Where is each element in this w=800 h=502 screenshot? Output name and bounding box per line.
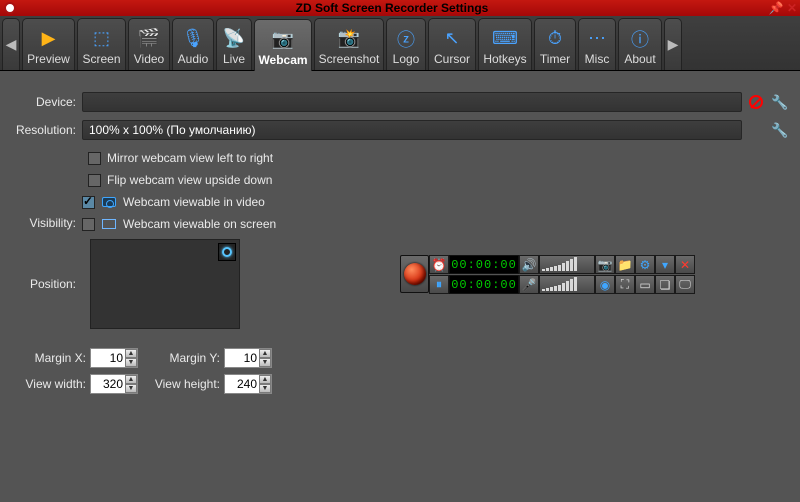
tab-screenshot[interactable]: 📸Screenshot bbox=[314, 18, 384, 70]
timer-tab-icon: ⏱ bbox=[542, 26, 568, 52]
tab-audio[interactable]: 🎙Audio bbox=[172, 18, 214, 70]
cursor-tab-icon: ↖ bbox=[439, 26, 465, 52]
tab-misc[interactable]: ⋯Misc bbox=[578, 18, 616, 70]
tab-preview[interactable]: ▶Preview bbox=[22, 18, 75, 70]
marginx-input[interactable]: ▲▼ bbox=[90, 348, 138, 368]
webcam-toggle-button[interactable]: ◉ bbox=[595, 275, 615, 294]
recorder-toolbar: ⏰ 00:00:00 🔊 📷 📁 ⚙ ▾ ✕ ⏸ 00:00:00 🎤 bbox=[400, 255, 695, 295]
tab-label: Misc bbox=[583, 52, 612, 66]
record-button[interactable] bbox=[400, 255, 429, 293]
window-title: ZD Soft Screen Recorder Settings bbox=[16, 1, 768, 15]
tab-screen[interactable]: ⬚Screen bbox=[77, 18, 126, 70]
monitor-button[interactable]: 🖵 bbox=[675, 275, 695, 294]
tab-hotkeys[interactable]: ⌨Hotkeys bbox=[478, 18, 532, 70]
tab-label: Logo bbox=[391, 52, 422, 66]
down-button[interactable]: ▾ bbox=[655, 255, 675, 274]
device-combo[interactable] bbox=[82, 92, 742, 112]
position-preview[interactable] bbox=[90, 239, 240, 329]
device-configure-button[interactable]: 🔧 bbox=[770, 92, 790, 112]
webcam-settings-panel: Device: 🔧 Resolution: 100% x 100% (По ум… bbox=[0, 71, 800, 397]
resolution-combo[interactable]: 100% x 100% (По умолчанию) bbox=[82, 120, 742, 140]
flip-checkbox[interactable] bbox=[88, 174, 101, 187]
tab-label: Cursor bbox=[432, 52, 472, 66]
tab-label: Video bbox=[132, 52, 166, 66]
screenshot-tab-icon: 📸 bbox=[336, 26, 362, 52]
tab-label: Live bbox=[221, 52, 247, 66]
tab-label: About bbox=[622, 52, 657, 66]
screen-tab-icon: ⬚ bbox=[89, 26, 115, 52]
folder-button[interactable]: 📁 bbox=[615, 255, 635, 274]
position-marker[interactable] bbox=[218, 243, 236, 261]
speaker-volume[interactable] bbox=[539, 255, 595, 274]
position-label: Position: bbox=[10, 277, 82, 291]
video-icon bbox=[101, 195, 117, 209]
viewable-video-label: Webcam viewable in video bbox=[123, 195, 265, 209]
title-bar: ZD Soft Screen Recorder Settings 📌 ✕ bbox=[0, 0, 800, 16]
close-button[interactable]: ✕ bbox=[784, 0, 800, 16]
live-tab-icon: 📡 bbox=[221, 26, 247, 52]
tab-video[interactable]: 🎬Video bbox=[128, 18, 170, 70]
tab-label: Timer bbox=[538, 52, 572, 66]
preview-tab-icon: ▶ bbox=[36, 26, 62, 52]
region-button[interactable]: ▭ bbox=[635, 275, 655, 294]
tab-scroll-right[interactable]: ▶ bbox=[664, 18, 682, 70]
mirror-label: Mirror webcam view left to right bbox=[107, 151, 273, 165]
speaker-button[interactable]: 🔊 bbox=[519, 255, 539, 274]
alarm-button[interactable]: ⏰ bbox=[429, 255, 449, 274]
tab-label: Screen bbox=[80, 52, 122, 66]
webcam-tab-icon: 📷 bbox=[270, 27, 296, 53]
marginy-label: Margin Y: bbox=[142, 351, 220, 365]
pin-button[interactable]: 📌 bbox=[768, 0, 784, 16]
time-display: 00:00:00 bbox=[449, 255, 519, 274]
mic-volume[interactable] bbox=[539, 275, 595, 294]
marginx-label: Margin X: bbox=[14, 351, 86, 365]
tab-cursor[interactable]: ↖Cursor bbox=[428, 18, 476, 70]
tab-label: Audio bbox=[176, 52, 211, 66]
pause-button[interactable]: ⏸ bbox=[429, 275, 449, 294]
screen-icon bbox=[101, 217, 117, 231]
tab-about[interactable]: ⓘAbout bbox=[618, 18, 662, 70]
resolution-configure-button[interactable]: 🔧 bbox=[770, 120, 790, 140]
record-icon bbox=[404, 263, 426, 285]
flip-label: Flip webcam view upside down bbox=[107, 173, 272, 187]
tab-logo[interactable]: ⓩLogo bbox=[386, 18, 426, 70]
settings-button[interactable]: ⚙ bbox=[635, 255, 655, 274]
viewable-screen-checkbox[interactable] bbox=[82, 218, 95, 231]
mic-button[interactable]: 🎤 bbox=[519, 275, 539, 294]
video-tab-icon: 🎬 bbox=[136, 26, 162, 52]
viewheight-label: View height: bbox=[142, 377, 220, 391]
hotkeys-tab-icon: ⌨ bbox=[492, 26, 518, 52]
viewwidth-label: View width: bbox=[14, 377, 86, 391]
device-disable-icon[interactable] bbox=[746, 92, 766, 112]
marginy-input[interactable]: ▲▼ bbox=[224, 348, 272, 368]
misc-tab-icon: ⋯ bbox=[584, 26, 610, 52]
time-display-2: 00:00:00 bbox=[449, 275, 519, 294]
tab-label: Preview bbox=[25, 52, 72, 66]
toolbar-close-button[interactable]: ✕ bbox=[675, 255, 695, 274]
tab-live[interactable]: 📡Live bbox=[216, 18, 252, 70]
tab-label: Hotkeys bbox=[481, 52, 528, 66]
viewwidth-input[interactable]: ▲▼ bbox=[90, 374, 138, 394]
about-tab-icon: ⓘ bbox=[627, 26, 653, 52]
tab-webcam[interactable]: 📷Webcam bbox=[254, 19, 312, 71]
viewable-video-checkbox[interactable] bbox=[82, 196, 95, 209]
tab-label: Webcam bbox=[256, 53, 309, 67]
snapshot-button[interactable]: 📷 bbox=[595, 255, 615, 274]
tab-timer[interactable]: ⏱Timer bbox=[534, 18, 576, 70]
window-button[interactable]: ❏ bbox=[655, 275, 675, 294]
audio-tab-icon: 🎙 bbox=[180, 26, 206, 52]
tab-label: Screenshot bbox=[317, 52, 382, 66]
tab-scroll-left[interactable]: ◀ bbox=[2, 18, 20, 70]
fullscreen-button[interactable]: ⛶ bbox=[615, 275, 635, 294]
device-label: Device: bbox=[10, 95, 82, 109]
viewable-screen-label: Webcam viewable on screen bbox=[123, 217, 276, 231]
logo-tab-icon: ⓩ bbox=[393, 26, 419, 52]
tab-strip: ◀ ▶Preview⬚Screen🎬Video🎙Audio📡Live📷Webca… bbox=[0, 16, 800, 71]
mirror-checkbox[interactable] bbox=[88, 152, 101, 165]
viewheight-input[interactable]: ▲▼ bbox=[224, 374, 272, 394]
resolution-label: Resolution: bbox=[10, 123, 82, 137]
app-icon bbox=[4, 2, 16, 14]
visibility-label: Visibility: bbox=[10, 216, 82, 230]
